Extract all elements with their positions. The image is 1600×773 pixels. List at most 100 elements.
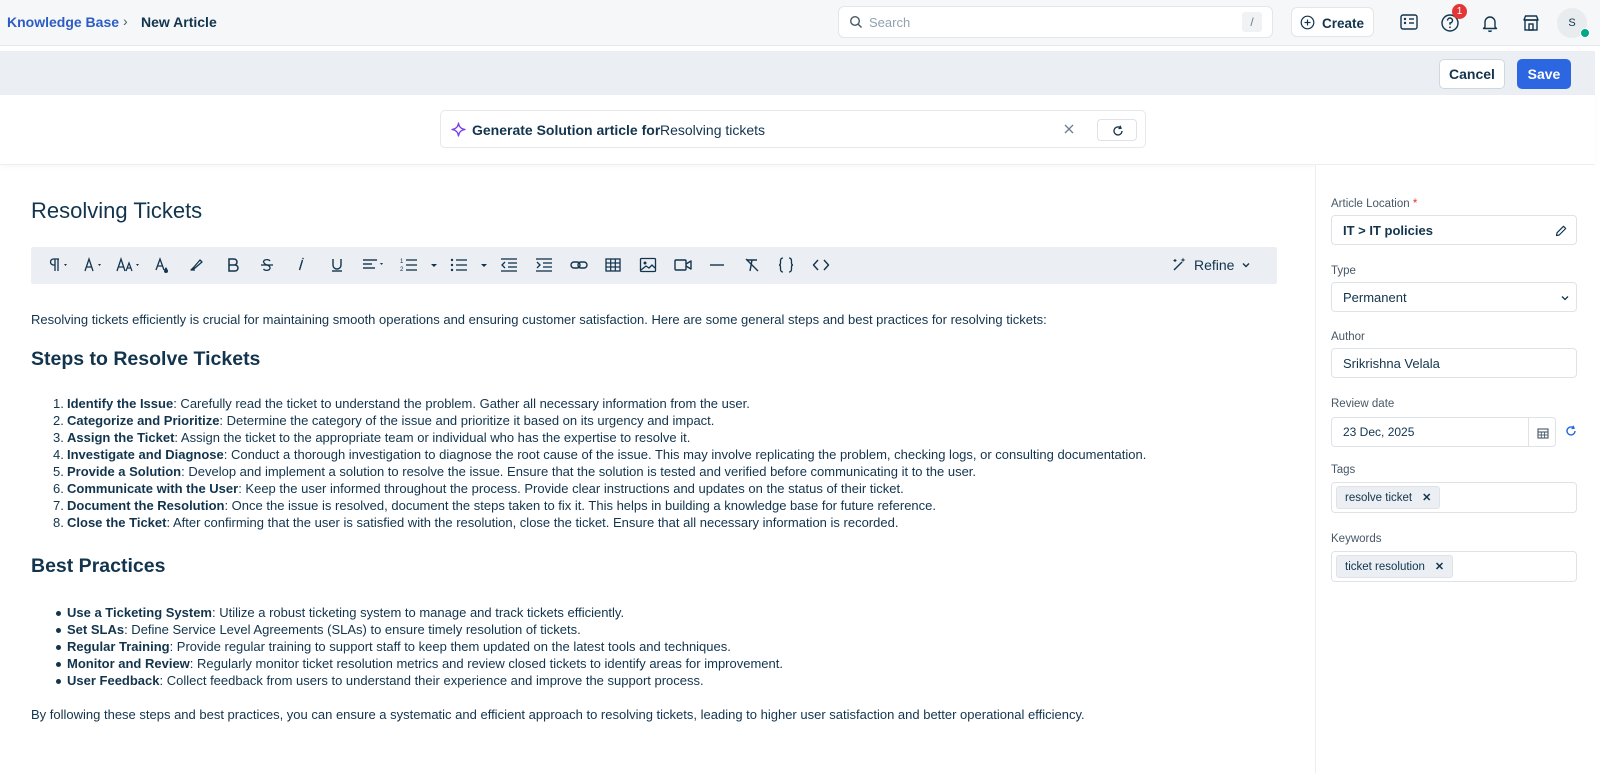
author-field[interactable]: Srikrishna Velala: [1331, 348, 1577, 378]
generate-article-input[interactable]: Generate Solution article for Resolving …: [440, 110, 1146, 148]
keywords-field[interactable]: ticket resolution ✕: [1331, 551, 1577, 582]
best-practice-text: : Define Service Level Agreements (SLAs)…: [124, 622, 581, 637]
underline-button[interactable]: [327, 255, 347, 275]
image-button[interactable]: [638, 255, 658, 275]
search-icon: [849, 15, 862, 28]
step-text: : Conduct a thorough investigation to di…: [223, 447, 1147, 462]
ticket-list-icon[interactable]: [1398, 12, 1420, 34]
paragraph-format-dropdown[interactable]: [46, 255, 72, 275]
store-icon[interactable]: [1520, 12, 1542, 34]
online-status-dot: [1580, 28, 1590, 38]
review-date-field[interactable]: 23 Dec, 2025: [1331, 417, 1556, 447]
source-code-button[interactable]: [811, 255, 831, 275]
italic-button[interactable]: [291, 255, 311, 275]
bullet-list-options[interactable]: [479, 255, 489, 275]
pencil-icon[interactable]: [1554, 224, 1568, 238]
article-title[interactable]: Resolving Tickets: [31, 198, 202, 224]
best-practice-term: Use a Ticketing System: [67, 605, 212, 620]
best-practice-item[interactable]: Use a Ticketing System: Utilize a robust…: [56, 605, 783, 622]
ordered-list-options[interactable]: [429, 255, 439, 275]
save-button[interactable]: Save: [1517, 59, 1571, 89]
step-text: : Develop and implement a solution to re…: [181, 464, 977, 479]
steps-heading[interactable]: Steps to Resolve Tickets: [31, 348, 260, 371]
article-properties-panel: Article Location * IT > IT policies Type…: [1315, 165, 1600, 773]
editor-toolbar: 12 Refine: [31, 247, 1277, 284]
video-button[interactable]: [673, 255, 693, 275]
best-practice-item[interactable]: Regular Training: Provide regular traini…: [56, 639, 783, 656]
text-color-button[interactable]: [153, 255, 173, 275]
highlight-button[interactable]: [187, 255, 207, 275]
calendar-icon[interactable]: [1536, 426, 1550, 440]
table-button[interactable]: [603, 255, 623, 275]
search-placeholder: Search: [869, 15, 911, 30]
best-practice-term: Monitor and Review: [67, 656, 190, 671]
bullet-list-button[interactable]: [449, 255, 471, 275]
best-practice-text: : Provide regular training to support st…: [169, 639, 731, 654]
article-intro[interactable]: Resolving tickets efficiently is crucial…: [31, 312, 1047, 327]
bold-button[interactable]: [223, 255, 243, 275]
bell-icon[interactable]: [1479, 12, 1501, 34]
reset-date-icon[interactable]: [1564, 424, 1578, 438]
search-input[interactable]: Search /: [838, 6, 1273, 38]
ordered-list-button[interactable]: 12: [399, 255, 421, 275]
step-item[interactable]: 8. Close the Ticket: After confirming tha…: [53, 515, 1146, 532]
step-item[interactable]: 5. Provide a Solution: Develop and implem…: [53, 464, 1146, 481]
review-date-label: Review date: [1331, 398, 1395, 410]
bullet-dot: [56, 628, 61, 633]
generate-topic-value[interactable]: Resolving tickets: [660, 122, 765, 138]
indent-icon: [536, 258, 552, 272]
step-number: 1.: [53, 396, 64, 411]
best-practice-item[interactable]: Monitor and Review: Regularly monitor ti…: [56, 656, 783, 673]
article-location-field[interactable]: IT > IT policies: [1331, 215, 1577, 245]
step-item[interactable]: 7. Document the Resolution: Once the issu…: [53, 498, 1146, 515]
step-term: Provide a Solution: [67, 464, 182, 479]
article-conclusion[interactable]: By following these steps and best practi…: [31, 707, 1085, 722]
best-practices-heading[interactable]: Best Practices: [31, 555, 165, 578]
outdent-button[interactable]: [499, 255, 519, 275]
indent-button[interactable]: [534, 255, 554, 275]
divider: [1528, 418, 1529, 446]
type-select[interactable]: Permanent: [1331, 282, 1577, 312]
create-button[interactable]: Create: [1291, 7, 1374, 37]
text-color-icon: [155, 257, 168, 273]
horizontal-rule-button[interactable]: [707, 255, 727, 275]
horizontal-rule-icon: [710, 264, 724, 266]
video-icon: [674, 259, 692, 271]
clear-formatting-button[interactable]: [742, 255, 762, 275]
step-term: Document the Resolution: [67, 498, 225, 513]
step-item[interactable]: 1. Identify the Issue: Carefully read the…: [53, 396, 1146, 413]
font-size-dropdown[interactable]: [115, 255, 145, 275]
code-icon: [812, 259, 830, 271]
refine-dropdown[interactable]: Refine: [1170, 256, 1252, 274]
step-item[interactable]: 3. Assign the Ticket: Assign the ticket t…: [53, 430, 1146, 447]
font-family-dropdown[interactable]: [81, 255, 107, 275]
best-practice-text: : Utilize a robust ticketing system to m…: [212, 605, 625, 620]
best-practice-text: : Collect feedback from users to underst…: [159, 673, 704, 688]
align-dropdown[interactable]: [361, 255, 389, 275]
breadcrumb-knowledge-base[interactable]: Knowledge Base: [7, 14, 119, 30]
close-icon[interactable]: [1062, 122, 1076, 136]
keyword-label: ticket resolution: [1345, 560, 1425, 573]
step-item[interactable]: 4. Investigate and Diagnose: Conduct a th…: [53, 447, 1147, 464]
regenerate-button[interactable]: [1097, 119, 1137, 141]
link-button[interactable]: [569, 255, 589, 275]
breadcrumb-current: New Article: [141, 14, 217, 30]
step-number: 3.: [53, 430, 64, 445]
code-block-button[interactable]: [776, 255, 796, 275]
best-practice-item[interactable]: Set SLAs: Define Service Level Agreement…: [56, 622, 783, 639]
magic-wand-icon: [1173, 257, 1186, 271]
remove-tag-icon[interactable]: ✕: [1422, 491, 1431, 504]
step-item[interactable]: 6. Communicate with the User: Keep the us…: [53, 481, 1146, 498]
best-practice-item[interactable]: User Feedback: Collect feedback from use…: [56, 673, 783, 690]
strikethrough-button[interactable]: [257, 255, 277, 275]
tags-field[interactable]: resolve ticket ✕: [1331, 482, 1577, 513]
chevron-down-icon: [431, 264, 437, 267]
step-item[interactable]: 2. Categorize and Prioritize: Determine t…: [53, 413, 1146, 430]
remove-keyword-icon[interactable]: ✕: [1435, 560, 1444, 573]
cancel-button[interactable]: Cancel: [1439, 59, 1505, 89]
sparkle-icon: [451, 122, 466, 137]
step-number: 2.: [53, 413, 64, 428]
keyword-chip: ticket resolution ✕: [1336, 555, 1454, 578]
strikethrough-icon: [261, 259, 273, 271]
generate-banner: Generate Solution article for Resolving …: [0, 95, 1595, 165]
